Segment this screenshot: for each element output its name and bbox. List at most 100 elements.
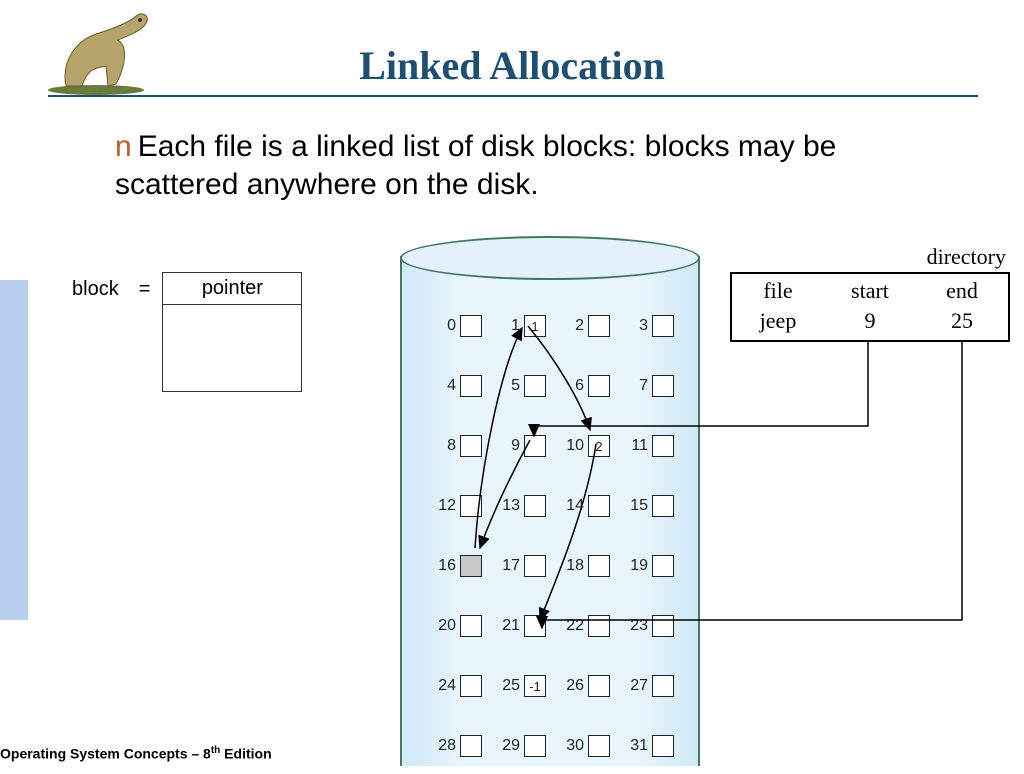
block-box: pointer [162,272,302,392]
dir-start: 9 [824,306,916,340]
block-square [524,495,546,517]
block-square [652,735,674,757]
block-square [524,555,546,577]
block-square [460,675,482,697]
block-number: 27 [630,677,648,695]
disk-cell: 16 [422,538,482,594]
disk-cell: 5 [486,358,546,414]
block-square [652,375,674,397]
disk-cell: 17 [486,538,546,594]
dir-hdr-start: start [824,274,916,306]
disk-cylinder: 0112345678910211121314151617181920212223… [400,236,700,766]
block-number: 29 [502,737,520,755]
dir-hdr-file: file [732,274,824,306]
bullet-marker: n [115,130,132,163]
block-number: 10 [566,437,584,455]
disk-cell: 11 [614,418,674,474]
dir-hdr-end: end [916,274,1008,306]
directory-table: file start end jeep 9 25 [730,272,1010,342]
slide-footer: Operating System Concepts – 8th Edition [0,745,272,762]
disk-cell: 19 [614,538,674,594]
block-body [163,305,301,391]
block-number: 22 [566,617,584,635]
block-number: 13 [502,497,520,515]
block-definition: block = pointer [72,272,302,392]
block-number: 19 [630,557,648,575]
block-label: block [72,272,119,301]
directory-label: directory [927,244,1006,270]
block-square [588,315,610,337]
block-number: 20 [438,617,456,635]
disk-cell: 24 [422,658,482,714]
disk-cell: 26 [550,658,610,714]
disk-cell: 102 [550,418,610,474]
block-number: 26 [566,677,584,695]
block-number: 28 [438,737,456,755]
block-number: 17 [502,557,520,575]
block-square [460,375,482,397]
title-rule [48,95,978,97]
block-number: 7 [639,377,648,395]
disk-cell: 14 [550,478,610,534]
block-number: 11 [631,437,648,455]
disk-cell: 25-1 [486,658,546,714]
disk-cell: 22 [550,598,610,654]
disk-cell: 0 [422,298,482,354]
disk-cell: 6 [550,358,610,414]
cylinder-top [400,236,700,280]
block-square [652,315,674,337]
disk-cell: 12 [422,478,482,534]
block-square: 2 [588,435,610,457]
block-number: 8 [447,437,456,455]
footer-sup: th [211,745,220,756]
block-square [460,735,482,757]
disk-cell: 18 [550,538,610,594]
block-square [524,435,546,457]
disk-cell: 27 [614,658,674,714]
dir-file: jeep [732,306,824,340]
disk-cell: 13 [486,478,546,534]
block-square [460,555,482,577]
disk-cell: 8 [422,418,482,474]
pointer-label: pointer [163,273,301,305]
footer-suffix: Edition [220,746,271,762]
disk-cell: 28 [422,718,482,774]
block-number: 25 [502,677,520,695]
block-square [652,495,674,517]
disk-blocks-grid: 0112345678910211121314151617181920212223… [422,298,678,774]
block-square [588,495,610,517]
block-number: 18 [566,557,584,575]
block-number: 3 [639,317,648,335]
block-square [588,555,610,577]
equals-sign: = [119,272,163,301]
disk-cell: 2 [550,298,610,354]
block-square [524,375,546,397]
body-text: Each file is a linked list of disk block… [115,130,836,201]
block-number: 5 [511,377,520,395]
block-number: 0 [447,317,456,335]
block-square: -1 [524,675,546,697]
block-square [652,675,674,697]
block-number: 23 [630,617,648,635]
block-number: 4 [447,377,456,395]
block-square [460,495,482,517]
directory-header-row: file start end [732,274,1008,306]
disk-cell: 7 [614,358,674,414]
block-square [588,375,610,397]
block-square [460,615,482,637]
block-square [652,435,674,457]
block-square [460,315,482,337]
block-number: 2 [575,317,584,335]
disk-cell: 11 [486,298,546,354]
slide-title: Linked Allocation [0,42,1024,89]
disk-cell: 20 [422,598,482,654]
disk-cell: 21 [486,598,546,654]
block-square [460,435,482,457]
block-number: 31 [630,737,648,755]
block-number: 1 [511,317,520,335]
block-square [652,555,674,577]
block-square [588,615,610,637]
disk-cell: 23 [614,598,674,654]
block-number: 21 [502,617,520,635]
dir-end: 25 [916,306,1008,340]
